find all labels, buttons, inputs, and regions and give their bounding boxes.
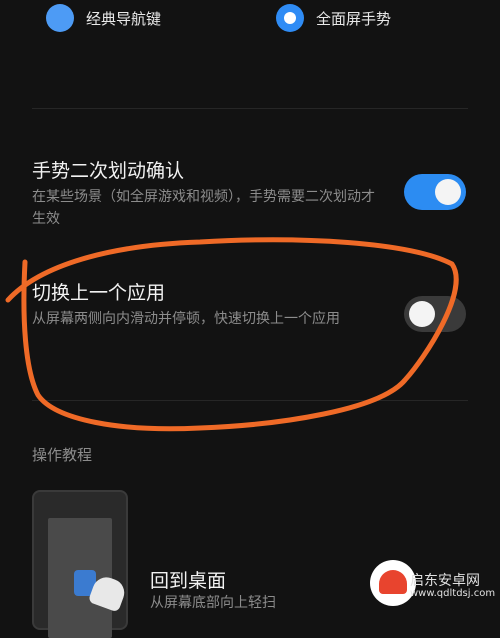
watermark-url: www.qdltdsj.com: [410, 588, 496, 599]
tutorial-preview-card[interactable]: [32, 490, 129, 638]
orange-annotation-stroke: [5, 237, 459, 432]
watermark-logo-mark: [379, 570, 407, 594]
tutorial-item-title: 回到桌面: [150, 570, 227, 592]
watermark-name: 启东安卓网: [410, 573, 480, 589]
tutorial-header: 操作教程: [32, 446, 93, 464]
tutorial-item-description: 从屏幕底部向上轻扫: [150, 595, 276, 611]
